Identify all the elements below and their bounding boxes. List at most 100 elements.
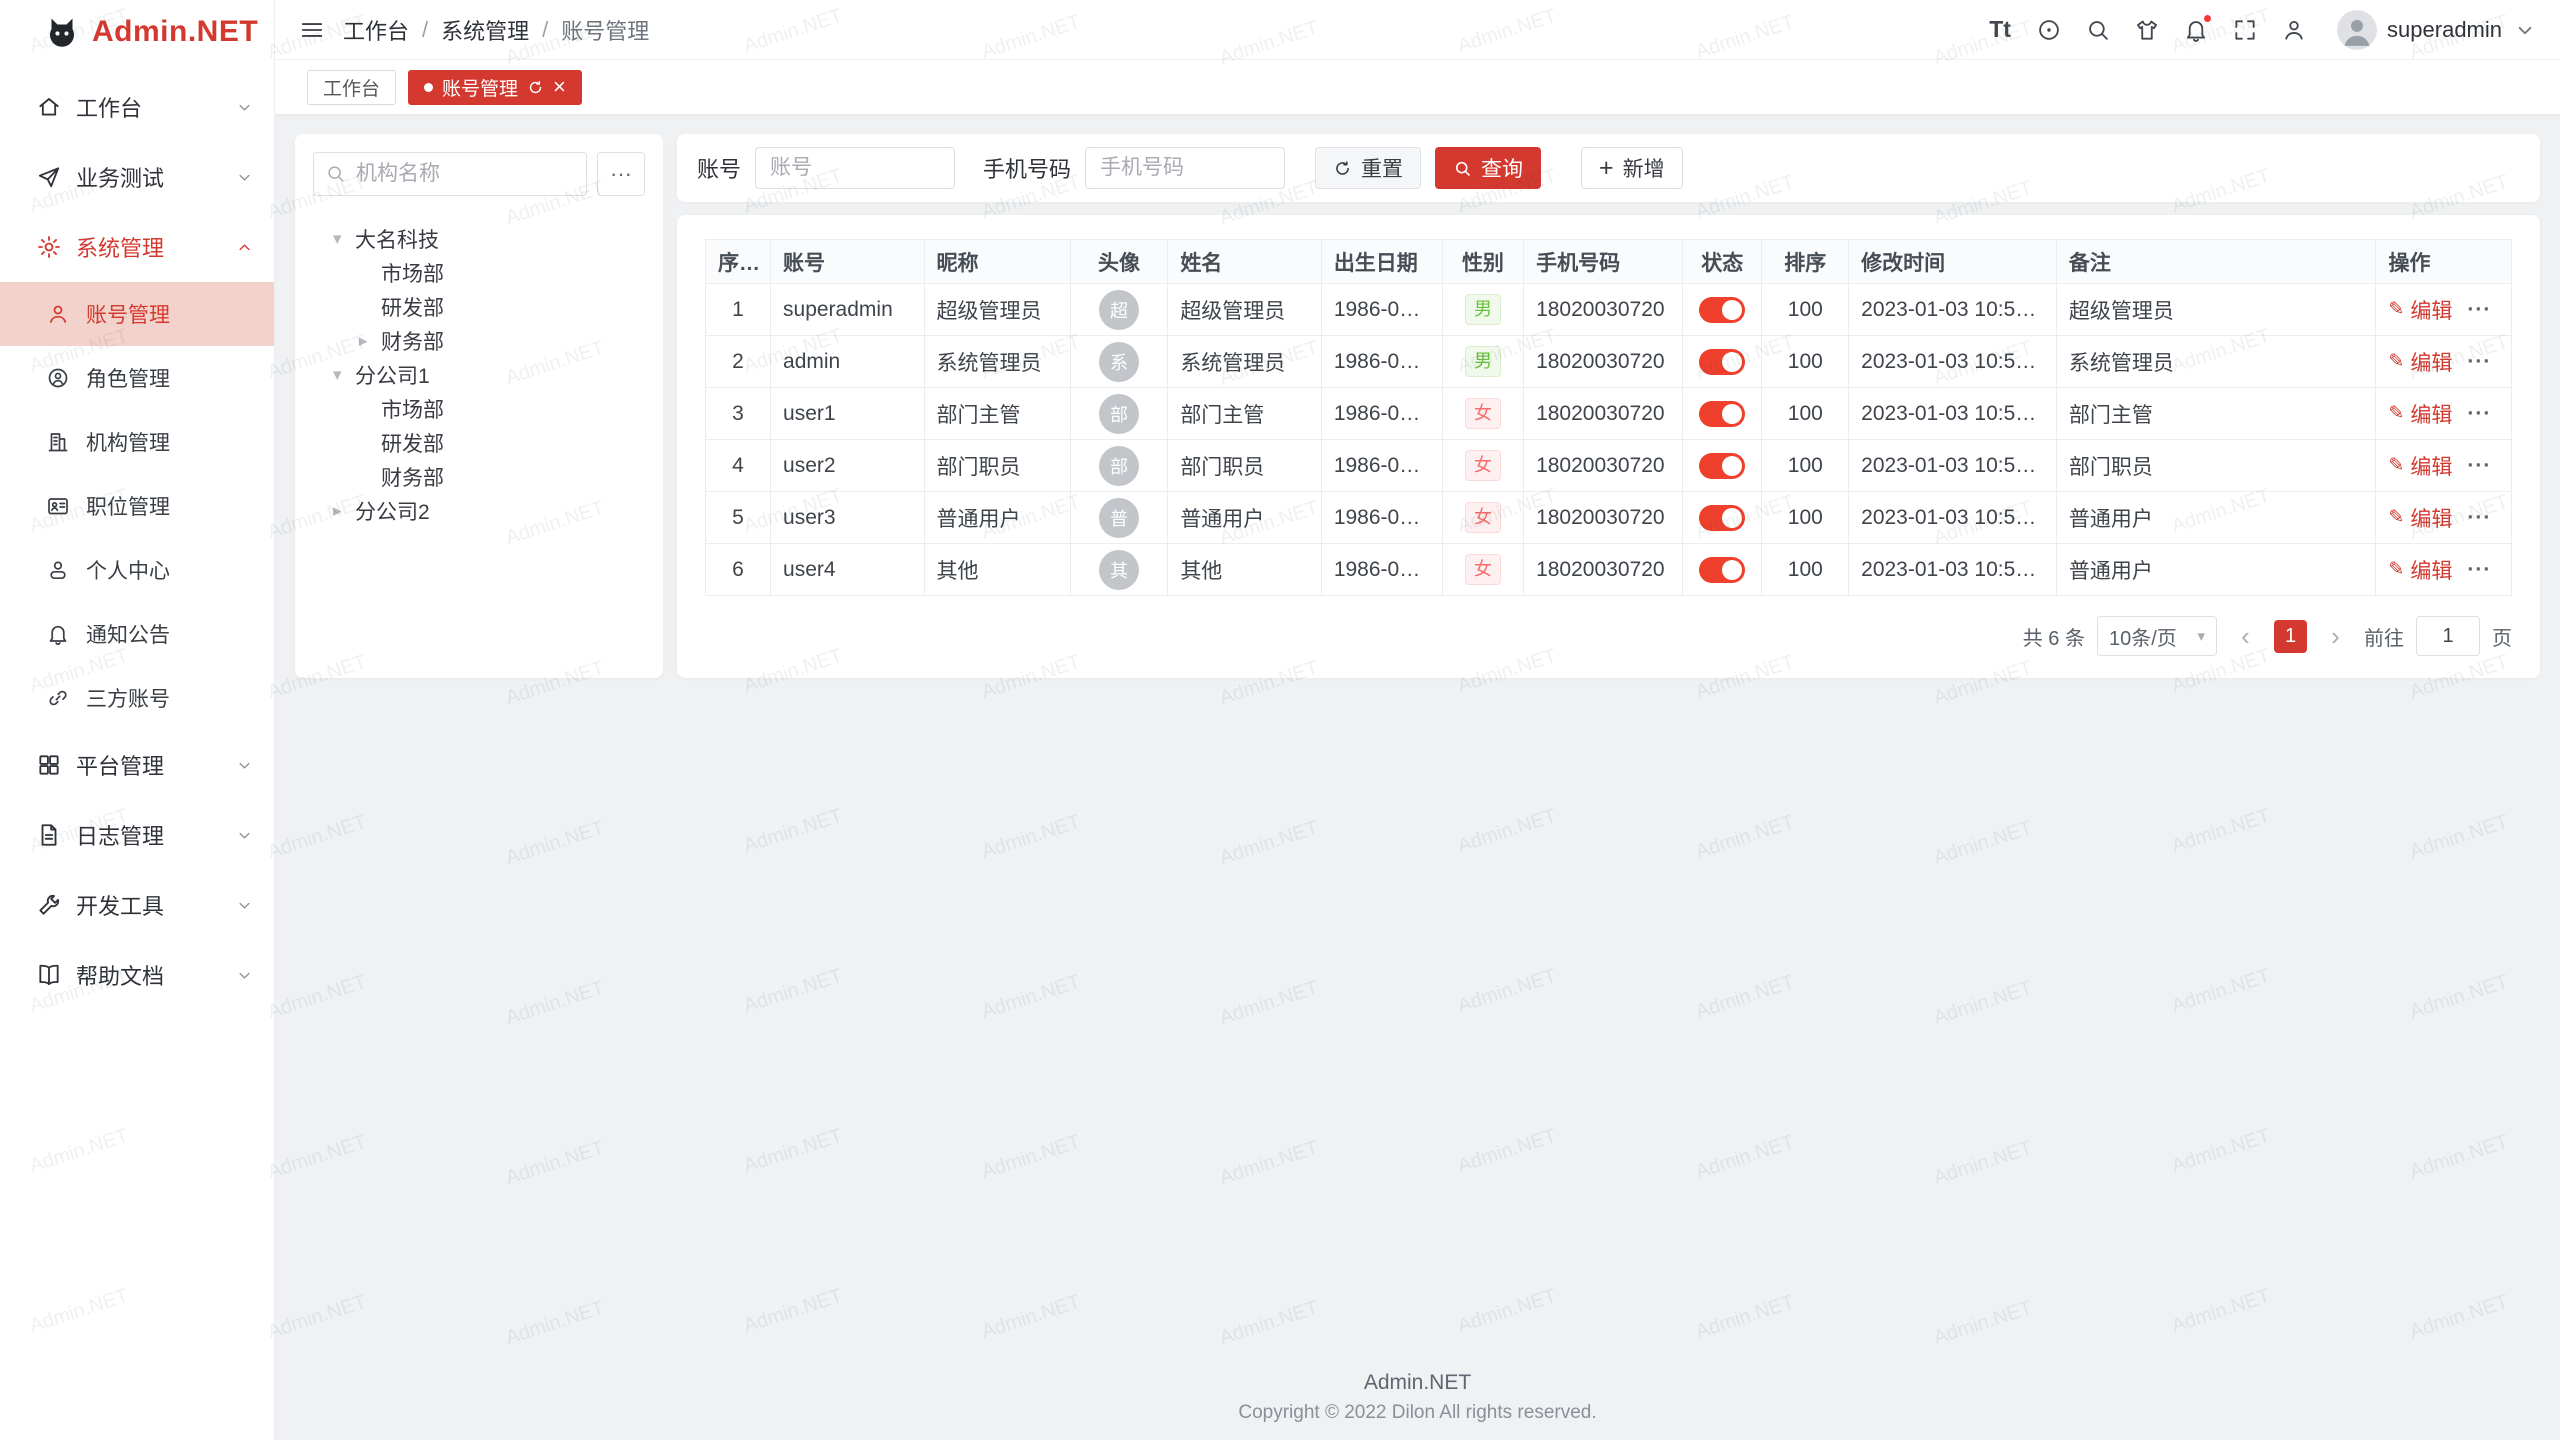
document-icon (36, 822, 62, 848)
logo-text: Admin.NET (92, 15, 258, 49)
caret-right-icon[interactable]: ▸ (333, 501, 355, 521)
status-toggle[interactable] (1699, 453, 1745, 479)
tree-node-label: 市场部 (381, 394, 444, 424)
gender-badge: 女 (1465, 554, 1501, 585)
edit-label: 编辑 (2410, 555, 2452, 585)
page-1-button[interactable]: 1 (2274, 620, 2307, 653)
org-name-search-input[interactable] (313, 152, 587, 196)
row-more-button[interactable]: ··· (2467, 402, 2491, 426)
tree-node[interactable]: 市场部 (313, 392, 645, 426)
edit-button[interactable]: ✎编辑 (2388, 347, 2452, 377)
table-row: 6 user4 其他 其 其他 1986-06-28 女 18020030720… (706, 544, 2512, 596)
system-mgmt-submenu: 账号管理 角色管理 机构管理 职位管理 个人中心 通知公告 (0, 282, 274, 730)
sidebar-item-role-mgmt[interactable]: 角色管理 (0, 346, 274, 410)
profile-icon[interactable] (2278, 14, 2310, 46)
caret-down-icon[interactable]: ▾ (333, 365, 355, 385)
caret-right-icon[interactable]: ▸ (359, 331, 381, 351)
status-toggle[interactable] (1699, 297, 1745, 323)
font-size-icon[interactable]: Tt (1984, 14, 2016, 46)
tree-node[interactable]: ▾ 分公司1 (313, 358, 645, 392)
cell-birthday: 1986-06-28 (1321, 336, 1442, 388)
add-button[interactable]: + 新增 (1581, 147, 1683, 189)
close-icon[interactable]: × (553, 76, 566, 98)
sidebar-item-notice[interactable]: 通知公告 (0, 602, 274, 666)
row-more-button[interactable]: ··· (2467, 350, 2491, 374)
tree-node[interactable]: 财务部 (313, 460, 645, 494)
sidebar-item-help-docs[interactable]: 帮助文档 (0, 940, 274, 1010)
fullscreen-icon[interactable] (2229, 14, 2261, 46)
tree-node[interactable]: ▾ 大名科技 (313, 222, 645, 256)
sidebar-item-label: 日志管理 (76, 819, 221, 851)
notification-icon[interactable] (2180, 14, 2212, 46)
sidebar-item-org-mgmt[interactable]: 机构管理 (0, 410, 274, 474)
tree-node[interactable]: 研发部 (313, 426, 645, 460)
column-header: 姓名 (1168, 240, 1322, 284)
status-toggle[interactable] (1699, 505, 1745, 531)
sidebar-item-platform-mgmt[interactable]: 平台管理 (0, 730, 274, 800)
sidebar-item-business-test[interactable]: 业务测试 (0, 142, 274, 212)
tree-node[interactable]: ▸ 财务部 (313, 324, 645, 358)
search-icon[interactable] (2082, 14, 2114, 46)
sidebar-item-workbench[interactable]: 工作台 (0, 72, 274, 142)
status-toggle[interactable] (1699, 401, 1745, 427)
sidebar-item-dev-tools[interactable]: 开发工具 (0, 870, 274, 940)
phone-input[interactable] (1085, 147, 1285, 189)
hamburger-menu-icon[interactable] (299, 17, 325, 43)
user-menu[interactable]: superadmin (2337, 10, 2538, 50)
app-logo[interactable]: Admin.NET (0, 0, 274, 64)
row-more-button[interactable]: ··· (2467, 454, 2491, 478)
cell-modify-time: 2023-01-03 10:59:44 (1849, 544, 2057, 596)
tab-account-mgmt[interactable]: 账号管理 × (408, 70, 582, 105)
edit-button[interactable]: ✎编辑 (2388, 555, 2452, 585)
locale-icon[interactable] (2033, 14, 2065, 46)
row-more-button[interactable]: ··· (2467, 506, 2491, 530)
sidebar-item-log-mgmt[interactable]: 日志管理 (0, 800, 274, 870)
cell-phone: 18020030720 (1524, 388, 1683, 440)
row-more-button[interactable]: ··· (2467, 298, 2491, 322)
goto-label: 前往 (2364, 622, 2404, 651)
prev-page-button[interactable]: ‹ (2229, 620, 2262, 653)
cell-order: 100 (1762, 336, 1849, 388)
row-more-button[interactable]: ··· (2467, 558, 2491, 582)
sidebar-item-account-mgmt[interactable]: 账号管理 (0, 282, 274, 346)
tree-node-label: 财务部 (381, 326, 444, 356)
cell-actions: ✎编辑 ··· (2376, 440, 2512, 492)
sidebar-item-system-mgmt[interactable]: 系统管理 (0, 212, 274, 282)
add-label: 新增 (1623, 153, 1665, 183)
reset-button[interactable]: 重置 (1315, 147, 1421, 189)
tree-node[interactable]: ▸ 分公司2 (313, 494, 645, 528)
cell-phone: 18020030720 (1524, 492, 1683, 544)
org-tree: ▾ 大名科技 市场部 研发部 ▸ 财务部 (313, 222, 645, 528)
tree-node[interactable]: 市场部 (313, 256, 645, 290)
cell-gender: 女 (1442, 492, 1523, 544)
breadcrumb-item[interactable]: 工作台 (343, 14, 409, 46)
edit-button[interactable]: ✎编辑 (2388, 451, 2452, 481)
tree-node[interactable]: 研发部 (313, 290, 645, 324)
breadcrumb-item[interactable]: 系统管理 (441, 14, 529, 46)
toggle-knob (1722, 456, 1742, 476)
edit-button[interactable]: ✎编辑 (2388, 399, 2452, 429)
status-toggle[interactable] (1699, 349, 1745, 375)
next-page-button[interactable]: › (2319, 620, 2352, 653)
theme-icon[interactable] (2131, 14, 2163, 46)
query-button[interactable]: 查询 (1435, 147, 1541, 189)
column-header: 修改时间 (1849, 240, 2057, 284)
sidebar-item-position-mgmt[interactable]: 职位管理 (0, 474, 274, 538)
cell-phone: 18020030720 (1524, 440, 1683, 492)
cell-account: superadmin (771, 284, 925, 336)
refresh-icon[interactable] (527, 79, 544, 96)
tab-workbench[interactable]: 工作台 (307, 70, 396, 105)
column-header: 账号 (771, 240, 925, 284)
edit-button[interactable]: ✎编辑 (2388, 503, 2452, 533)
caret-down-icon[interactable]: ▾ (333, 229, 355, 249)
page-size-select[interactable]: 10条/页 ▾ (2097, 616, 2217, 656)
person-icon (46, 558, 70, 582)
edit-button[interactable]: ✎编辑 (2388, 295, 2452, 325)
status-toggle[interactable] (1699, 557, 1745, 583)
table-row: 3 user1 部门主管 部 部门主管 1986-06-28 女 1802003… (706, 388, 2512, 440)
account-input[interactable] (755, 147, 955, 189)
goto-page-input[interactable] (2416, 616, 2480, 656)
org-more-button[interactable]: ··· (597, 152, 645, 196)
sidebar-item-third-party-account[interactable]: 三方账号 (0, 666, 274, 730)
sidebar-item-personal-center[interactable]: 个人中心 (0, 538, 274, 602)
